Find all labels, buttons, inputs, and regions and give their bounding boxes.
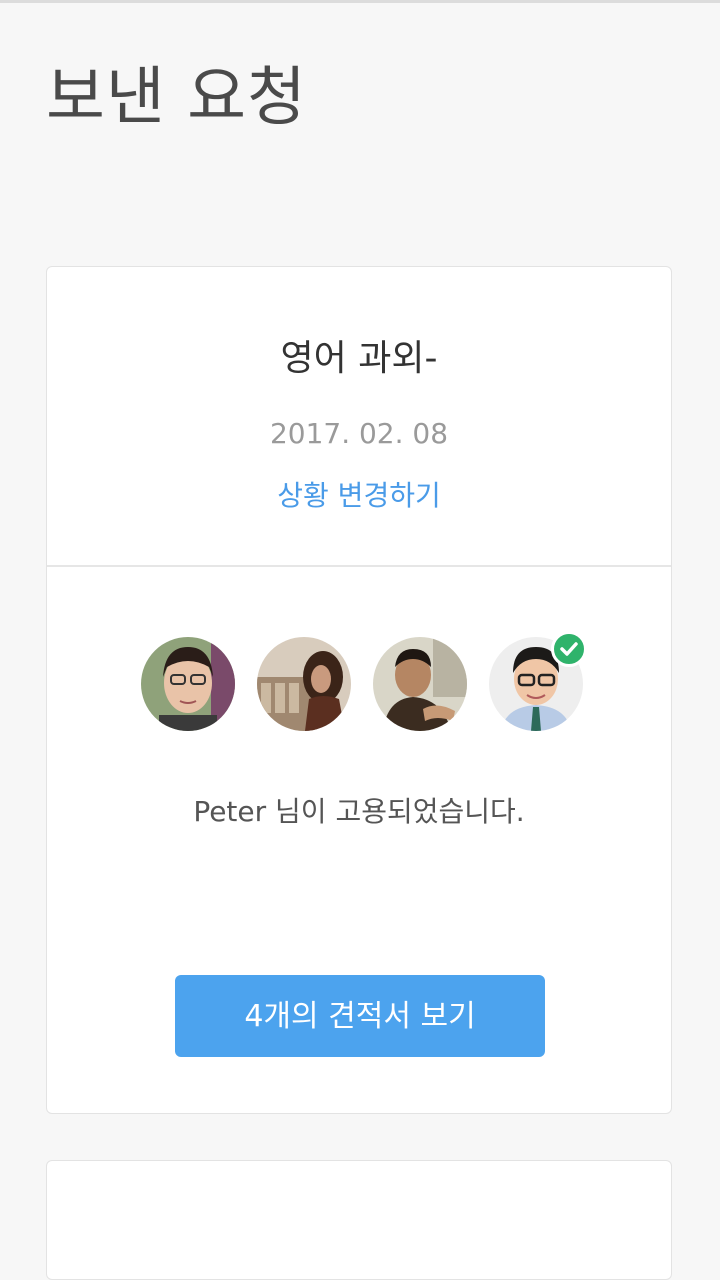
request-card-header: 영어 과외- 2017. 02. 08 상황 변경하기 [47, 267, 671, 567]
hired-status-text: Peter 님이 고용되었습니다. [193, 795, 525, 828]
avatar[interactable] [373, 637, 467, 731]
avatar[interactable] [141, 637, 235, 731]
request-date: 2017. 02. 08 [269, 417, 449, 450]
request-card[interactable]: 영어 과외- 2017. 02. 08 상황 변경하기 Peter 님이 고용되… [46, 266, 672, 1114]
view-quotes-button[interactable]: 4개의 견적서 보기 [175, 975, 545, 1057]
avatar-photo-1 [141, 637, 235, 731]
check-icon [551, 631, 587, 667]
status-bar-divider [0, 0, 720, 3]
request-card-next[interactable] [46, 1160, 672, 1280]
avatar-photo-2 [257, 637, 351, 731]
avatar-hired[interactable] [489, 631, 587, 731]
avatar-photo-3 [373, 637, 467, 731]
avatar[interactable] [257, 637, 351, 731]
request-title: 영어 과외- [280, 338, 438, 379]
page-title: 보낸 요청 [46, 61, 307, 135]
applicant-avatars [47, 631, 671, 733]
change-status-link[interactable]: 상황 변경하기 [47, 479, 671, 513]
